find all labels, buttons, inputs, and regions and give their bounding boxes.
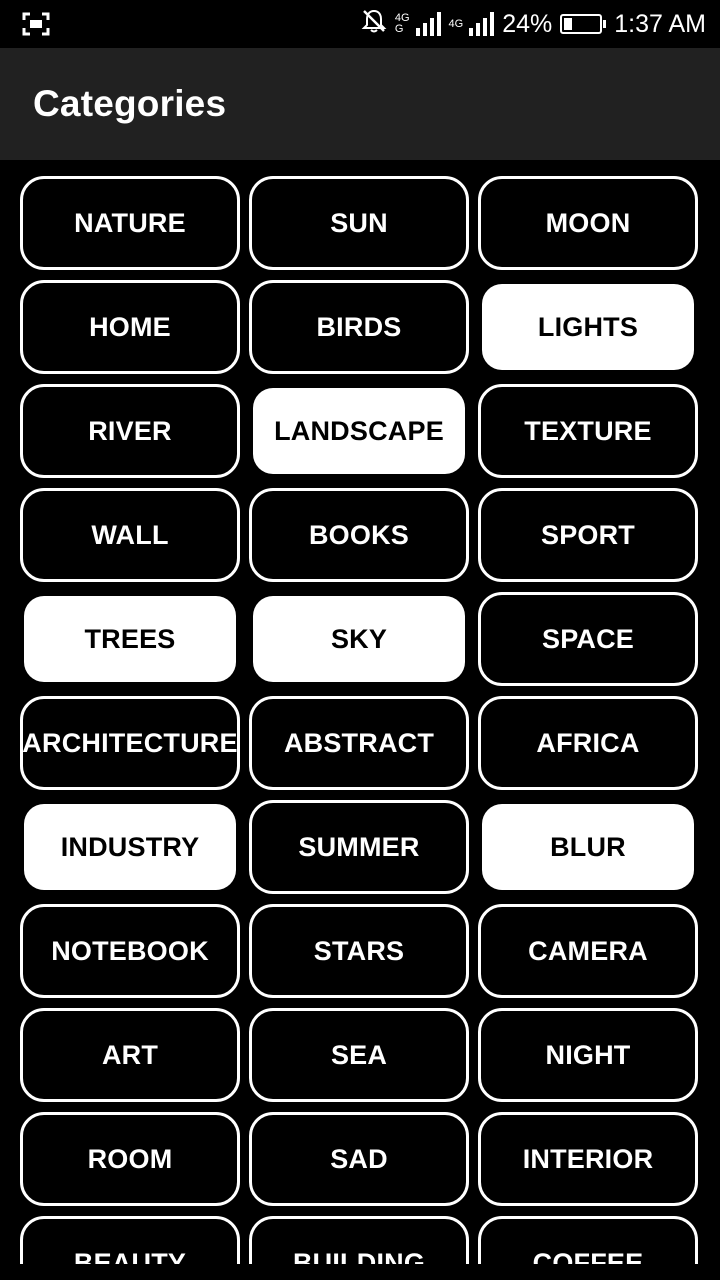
category-chip-books[interactable]: BOOKS	[249, 488, 469, 582]
category-chip-summer[interactable]: SUMMER	[249, 800, 469, 894]
category-chip-camera[interactable]: CAMERA	[478, 904, 698, 998]
category-chip-sad[interactable]: SAD	[249, 1112, 469, 1206]
category-chip-interior[interactable]: INTERIOR	[478, 1112, 698, 1206]
category-chip-night[interactable]: NIGHT	[478, 1008, 698, 1102]
category-chip-architecture[interactable]: ARCHITECTURE	[20, 696, 240, 790]
screenshot-frame-icon	[22, 11, 52, 37]
status-time: 1:37 AM	[614, 9, 706, 38]
category-chip-africa[interactable]: AFRICA	[478, 696, 698, 790]
category-chip-trees[interactable]: TREES	[24, 596, 236, 682]
category-chip-birds[interactable]: BIRDS	[249, 280, 469, 374]
category-chip-sea[interactable]: SEA	[249, 1008, 469, 1102]
battery-percent: 24%	[502, 9, 553, 38]
category-chip-sky[interactable]: SKY	[253, 596, 465, 682]
category-chip-room[interactable]: ROOM	[20, 1112, 240, 1206]
app-bar: Categories	[0, 48, 720, 160]
category-chip-lights[interactable]: LIGHTS	[482, 284, 694, 370]
category-chip-industry[interactable]: INDUSTRY	[24, 804, 236, 890]
category-chip-sun[interactable]: SUN	[249, 176, 469, 270]
category-chip-landscape[interactable]: LANDSCAPE	[253, 388, 465, 474]
status-bar: 4G G 4G 24% 1:37 AM	[0, 0, 720, 48]
categories-grid: NATURE SUN MOON HOME BIRDS LIGHTS RIVER LANDSCA…	[20, 176, 700, 1264]
category-chip-space[interactable]: SPACE	[478, 592, 698, 686]
battery-icon	[560, 14, 607, 34]
bottom-strip	[0, 1264, 720, 1280]
notifications-off-icon	[361, 8, 387, 41]
category-chip-nature[interactable]: NATURE	[20, 176, 240, 270]
page-title: Categories	[33, 83, 227, 124]
category-chip-home[interactable]: HOME	[20, 280, 240, 374]
signal-strength-icon	[469, 12, 495, 36]
category-chip-beauty[interactable]: BEAUTY	[20, 1216, 240, 1264]
category-chip-art[interactable]: ART	[20, 1008, 240, 1102]
category-chip-texture[interactable]: TEXTURE	[478, 384, 698, 478]
category-chip-abstract[interactable]: ABSTRACT	[249, 696, 469, 790]
signal-strength-icon	[415, 12, 441, 36]
category-chip-building[interactable]: BUILDING	[249, 1216, 469, 1264]
category-chip-sport[interactable]: SPORT	[478, 488, 698, 582]
category-chip-notebook[interactable]: NOTEBOOK	[20, 904, 240, 998]
category-chip-coffee[interactable]: COFFEE	[478, 1216, 698, 1264]
categories-list[interactable]: NATURE SUN MOON HOME BIRDS LIGHTS RIVER LANDSCA…	[0, 160, 720, 1264]
category-chip-blur[interactable]: BLUR	[482, 804, 694, 890]
sim1-network-label: 4G G	[395, 13, 410, 35]
category-chip-stars[interactable]: STARS	[249, 904, 469, 998]
sim2-network-label: 4G	[448, 17, 464, 30]
category-chip-river[interactable]: RIVER	[20, 384, 240, 478]
sim1-sub-label: G	[394, 23, 404, 35]
category-chip-moon[interactable]: MOON	[478, 176, 698, 270]
category-chip-wall[interactable]: WALL	[20, 488, 240, 582]
